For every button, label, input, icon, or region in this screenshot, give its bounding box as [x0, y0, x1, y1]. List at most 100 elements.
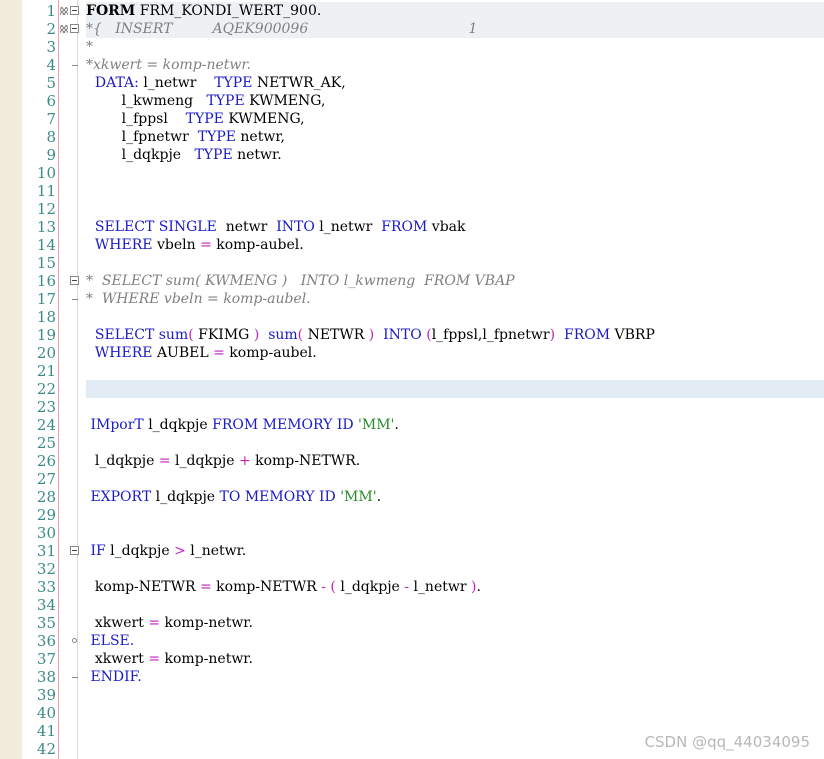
code-line[interactable] — [86, 524, 824, 542]
line-number: 29 — [36, 506, 56, 524]
code-line[interactable]: l_fppsl TYPE KWMENG, — [86, 110, 824, 128]
line-number: 20 — [36, 344, 56, 362]
code-token: l_dqkpje — [86, 147, 195, 163]
code-line[interactable] — [86, 686, 824, 704]
code-line[interactable]: * SELECT sum( KWMENG ) INTO l_kwmeng FRO… — [86, 272, 824, 290]
code-line[interactable] — [86, 380, 824, 398]
code-line[interactable]: l_dqkpje TYPE netwr. — [86, 146, 824, 164]
fold-toggle-icon[interactable] — [70, 24, 79, 33]
line-number: 32 — [36, 560, 56, 578]
code-line[interactable]: FORM FRM_KONDI_WERT_900. — [86, 2, 824, 20]
code-line[interactable]: SELECT SINGLE netwr INTO l_netwr FROM vb… — [86, 218, 824, 236]
code-token: . — [394, 417, 399, 433]
code-line[interactable]: IF l_dqkpje > l_netwr. — [86, 542, 824, 560]
code-token: l_dqkpje — [143, 417, 213, 433]
code-line[interactable] — [86, 254, 824, 272]
code-token: l_fpnetwr — [86, 129, 198, 145]
code-token: = — [148, 615, 161, 631]
code-line[interactable]: EXPORT l_dqkpje TO MEMORY ID 'MM'. — [86, 488, 824, 506]
code-token: sum — [268, 327, 298, 343]
bookmark-icon — [60, 25, 68, 33]
line-number: 22 — [36, 380, 56, 398]
code-line[interactable]: IMporT l_dqkpje FROM MEMORY ID 'MM'. — [86, 416, 824, 434]
code-line[interactable] — [86, 470, 824, 488]
line-number: 42 — [36, 740, 56, 758]
code-token: komp-NETWR — [211, 579, 322, 595]
code-line[interactable]: *{ INSERT AQEK900096 1 — [86, 20, 824, 38]
code-token: IMporT — [90, 417, 144, 433]
code-token: komp-netwr. — [160, 615, 253, 631]
code-line[interactable]: ELSE. — [86, 632, 824, 650]
fold-marker-icon — [72, 299, 78, 300]
code-line[interactable]: SELECT sum( FKIMG ) sum( NETWR ) INTO (l… — [86, 326, 824, 344]
code-line[interactable] — [86, 362, 824, 380]
code-line[interactable]: xkwert = komp-netwr. — [86, 614, 824, 632]
code-token: INTO — [276, 219, 315, 235]
code-line[interactable] — [86, 560, 824, 578]
code-token: = — [158, 453, 171, 469]
code-line[interactable]: DATA: l_netwr TYPE NETWR_AK, — [86, 74, 824, 92]
code-line[interactable]: WHERE AUBEL = komp-aubel. — [86, 344, 824, 362]
line-number: 30 — [36, 524, 56, 542]
code-line[interactable] — [86, 182, 824, 200]
code-token: SELECT SINGLE — [94, 219, 217, 235]
code-token: NETWR — [303, 327, 369, 343]
code-token: TYPE — [185, 111, 224, 127]
code-token: > — [174, 543, 186, 559]
editor-left-margin — [0, 0, 22, 759]
code-token: * SELECT sum( KWMENG ) INTO l_kwmeng FRO… — [86, 273, 515, 289]
fold-toggle-icon[interactable] — [70, 546, 79, 555]
code-token: . — [376, 489, 382, 505]
code-token: xkwert — [86, 651, 149, 667]
code-token: komp-netwr. — [160, 651, 253, 667]
code-line[interactable]: xkwert = komp-netwr. — [86, 650, 824, 668]
code-line[interactable]: komp-NETWR = komp-NETWR - ( l_dqkpje - l… — [86, 578, 824, 596]
code-token: l_dqkpje — [151, 489, 220, 505]
code-token: 'MM' — [358, 417, 395, 433]
fold-marker-icon — [72, 677, 78, 678]
line-number: 1 — [46, 2, 56, 20]
code-line[interactable] — [86, 506, 824, 524]
code-area[interactable]: FORM FRM_KONDI_WERT_900. *{ INSERT AQEK90… — [86, 2, 824, 758]
code-line[interactable]: * — [86, 38, 824, 56]
code-token: FKIMG — [193, 327, 254, 343]
line-number: 23 — [36, 398, 56, 416]
line-number: 34 — [36, 596, 56, 614]
code-line[interactable] — [86, 164, 824, 182]
code-token: * — [86, 39, 93, 55]
code-token: l_dqkpje — [335, 579, 405, 595]
code-token: WHERE — [94, 345, 153, 361]
line-number: 4 — [46, 56, 56, 74]
code-line[interactable] — [86, 704, 824, 722]
line-number: 33 — [36, 578, 56, 596]
line-number: 19 — [36, 326, 56, 344]
code-line[interactable]: l_kwmeng TYPE KWMENG, — [86, 92, 824, 110]
code-line[interactable] — [86, 434, 824, 452]
code-token: TO MEMORY ID — [219, 489, 336, 505]
fold-toggle-icon[interactable] — [70, 276, 79, 285]
fold-toggle-icon[interactable] — [70, 6, 79, 15]
code-token: SELECT sum — [94, 327, 189, 343]
abap-code-editor[interactable]: 1 2 3 4 5 6 7 8 9 10 11 12 13 14 15 16 17 18 19 20 21 22 23 24 2… — [0, 0, 824, 759]
fold-divider — [77, 0, 78, 759]
code-token: ELSE. — [90, 633, 135, 649]
code-line[interactable]: WHERE vbeln = komp-aubel. — [86, 236, 824, 254]
code-line[interactable]: ENDIF. — [86, 668, 824, 686]
code-line[interactable] — [86, 200, 824, 218]
code-token: netwr — [216, 219, 277, 235]
code-line[interactable] — [86, 596, 824, 614]
code-line[interactable]: l_fpnetwr TYPE netwr, — [86, 128, 824, 146]
code-line[interactable]: * WHERE vbeln = komp-aubel. — [86, 290, 824, 308]
code-token: + — [238, 453, 251, 469]
code-line[interactable] — [86, 308, 824, 326]
code-line[interactable]: l_dqkpje = l_dqkpje + komp-NETWR. — [86, 452, 824, 470]
code-token: AUBEL — [152, 345, 214, 361]
line-number: 21 — [36, 362, 56, 380]
code-token: komp-NETWR. — [250, 453, 361, 469]
code-line[interactable] — [86, 398, 824, 416]
code-token: *{ INSERT AQEK900096 1 — [86, 21, 478, 37]
code-line[interactable]: *xkwert = komp-netwr. — [86, 56, 824, 74]
line-number: 17 — [36, 290, 56, 308]
code-token: l_fppsl,l_fpnetwr — [431, 327, 550, 343]
